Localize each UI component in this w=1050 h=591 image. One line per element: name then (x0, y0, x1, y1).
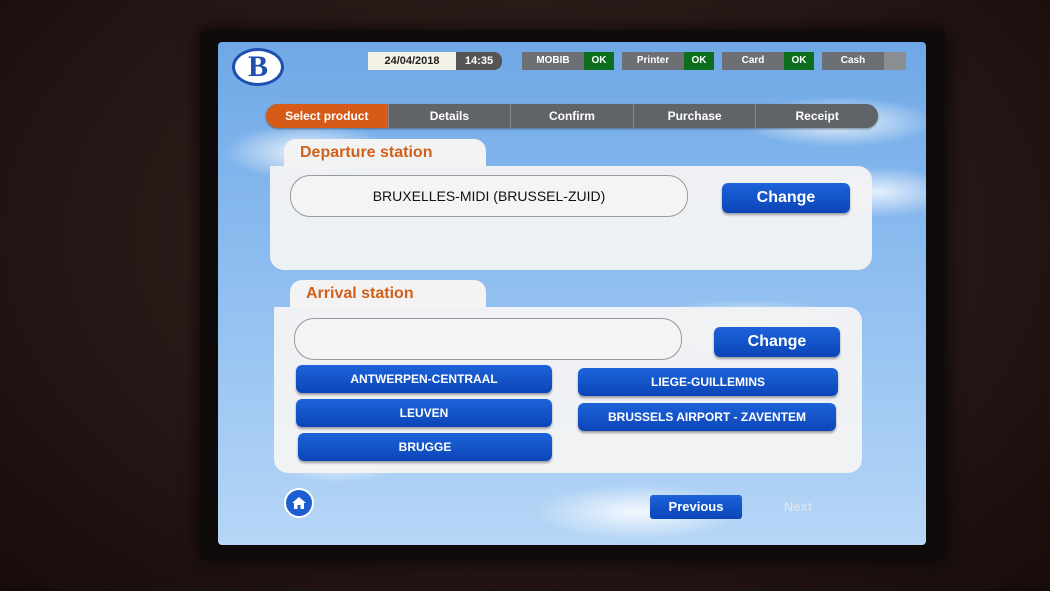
sncb-logo: B (232, 48, 284, 86)
status-value: OK (684, 52, 714, 70)
arrival-title: Arrival station (290, 280, 486, 308)
time-label: 14:35 (456, 52, 502, 70)
status-label: Card (722, 52, 784, 70)
step-confirm: Confirm (511, 104, 634, 128)
step-details: Details (389, 104, 512, 128)
status-value: OK (784, 52, 814, 70)
station-antwerpen-centraal-button[interactable]: ANTWERPEN-CENTRAAL (296, 365, 552, 393)
station-brussels-airport-button[interactable]: BRUSSELS AIRPORT - ZAVENTEM (578, 403, 836, 431)
station-liege-guillemins-button[interactable]: LIEGE-GUILLEMINS (578, 368, 838, 396)
status-printer: Printer OK (622, 52, 714, 70)
status-label: Printer (622, 52, 684, 70)
departure-title: Departure station (284, 139, 486, 167)
station-brugge-button[interactable]: BRUGGE (298, 433, 552, 461)
arrival-station-field[interactable] (294, 318, 682, 360)
status-mobib: MOBIB OK (522, 52, 614, 70)
status-value (884, 52, 906, 70)
arrival-change-button[interactable]: Change (714, 327, 840, 357)
previous-button[interactable]: Previous (650, 495, 742, 519)
home-button[interactable] (284, 488, 314, 518)
step-purchase: Purchase (634, 104, 757, 128)
departure-change-button[interactable]: Change (722, 183, 850, 213)
status-value: OK (584, 52, 614, 70)
station-leuven-button[interactable]: LEUVEN (296, 399, 552, 427)
step-receipt: Receipt (795, 109, 839, 123)
datetime-display: 24/04/2018 14:35 (368, 52, 502, 70)
status-cash: Cash (822, 52, 906, 70)
status-label: MOBIB (522, 52, 584, 70)
home-icon (292, 497, 306, 509)
kiosk-screen: B 24/04/2018 14:35 MOBIB OK Printer OK C… (218, 42, 926, 545)
departure-station-field[interactable]: BRUXELLES-MIDI (BRUSSEL-ZUID) (290, 175, 688, 217)
next-button[interactable]: Next (766, 495, 830, 519)
progress-steps: Select product Details Confirm Purchase … (266, 104, 878, 128)
step-select-product: Select product (266, 104, 389, 128)
status-card: Card OK (722, 52, 814, 70)
date-label: 24/04/2018 (368, 52, 456, 70)
status-label: Cash (822, 52, 884, 70)
logo-letter: B (247, 50, 268, 83)
